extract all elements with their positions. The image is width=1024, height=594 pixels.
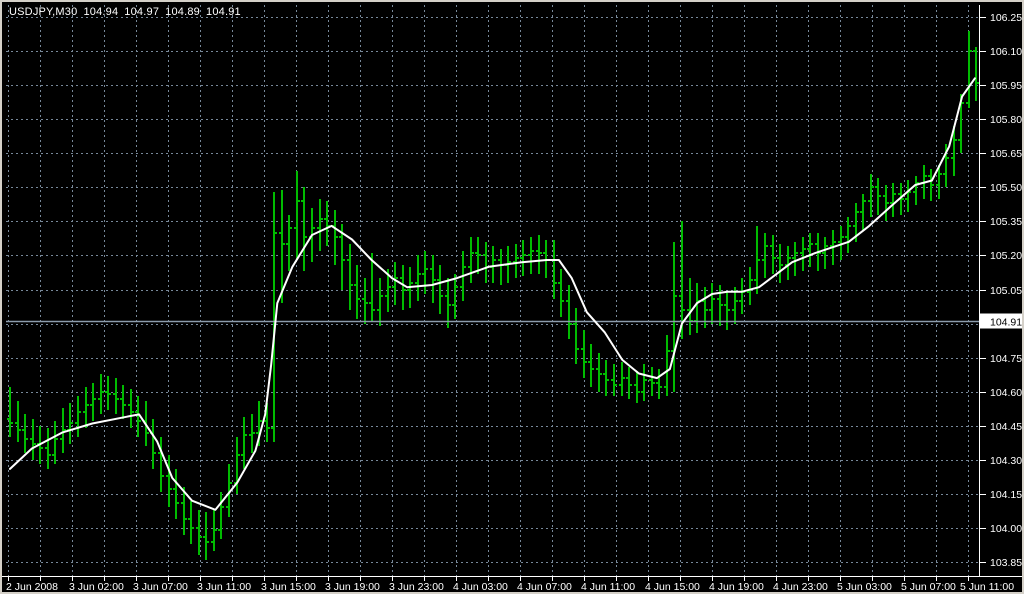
chart-title-bar: USDJPY,M30 104.94 104.97 104.89 104.91 bbox=[9, 6, 247, 18]
chart-window: USDJPY,M30 104.94 104.97 104.89 104.91 106.2… bbox=[0, 0, 1024, 594]
chart-plot-area[interactable] bbox=[6, 5, 979, 576]
current-close-value: 104.91 bbox=[206, 6, 241, 18]
price-axis[interactable] bbox=[980, 5, 1024, 576]
current-open-value: 104.94 bbox=[83, 6, 118, 18]
chart-canvas: 106.25106.10105.95105.80105.65105.50105.… bbox=[2, 2, 1024, 594]
symbol-period-label: USDJPY,M30 bbox=[9, 6, 77, 18]
current-low-value: 104.89 bbox=[165, 6, 200, 18]
time-axis[interactable] bbox=[6, 577, 979, 594]
current-high-value: 104.97 bbox=[124, 6, 159, 18]
